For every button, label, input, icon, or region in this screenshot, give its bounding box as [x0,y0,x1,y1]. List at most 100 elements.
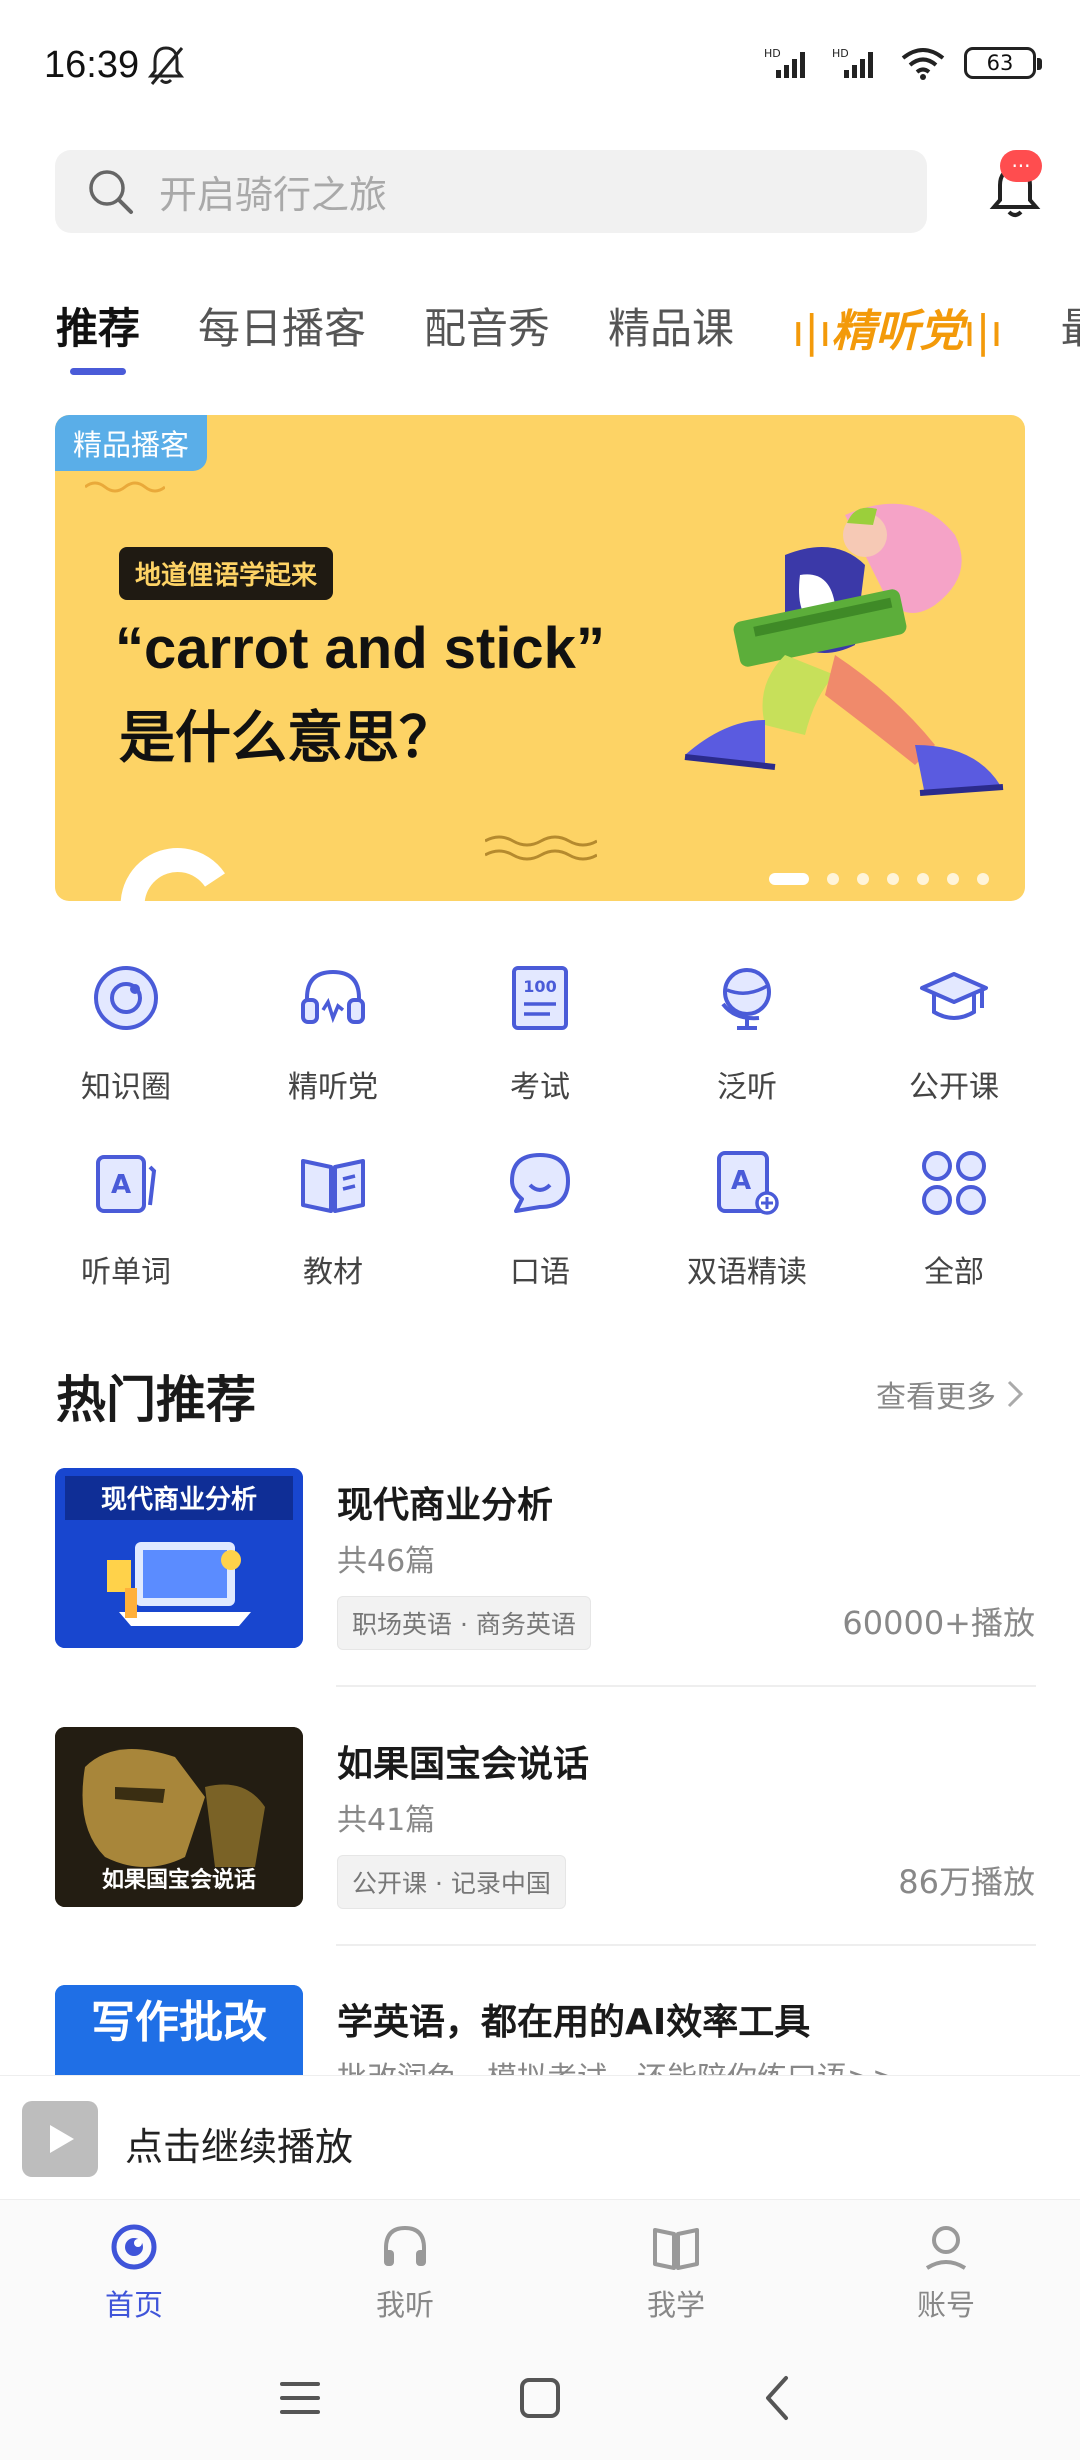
nav-label: 我听 [375,2288,434,2322]
running-character-illustration [684,503,1004,796]
shortcut-label: 口语 [510,1255,570,1290]
shortcut-bilingual-reading[interactable]: A 双语精读 [647,1145,847,1291]
search-input[interactable]: 开启骑行之旅 [55,150,927,233]
shortcut-label: 双语精读 [687,1255,807,1290]
tab-daily-podcast[interactable]: 每日播客 [198,295,366,375]
course-tags: 职场英语 · 商务英语 [337,1596,591,1650]
menu-icon[interactable] [270,2368,330,2428]
speech-bubble-icon [510,1153,570,1213]
course-title: 现代商业分析 [337,1485,554,1526]
nav-listen[interactable]: 我听 [305,2220,505,2324]
course-thumbnail: 如果国宝会说话 [55,1727,303,1907]
nav-label: 我学 [646,2288,705,2322]
course-title: 学英语，都在用的AI效率工具 [337,2002,811,2043]
shortcut-label: 全部 [924,1255,984,1290]
back-icon[interactable] [750,2368,810,2428]
chevron-right-icon [1007,1380,1024,1408]
promo-banner[interactable]: 精品播客 地道俚语学起来 “carrot and stick” 是什么意思？ [55,415,1025,901]
pagination-dot [977,873,989,885]
shortcut-open-course[interactable]: 公开课 [854,960,1054,1106]
shortcut-label: 知识圈 [81,1070,171,1105]
tab-more[interactable]: 最 [1061,295,1080,375]
thumbnail-caption: 如果国宝会说话 [102,1867,256,1893]
mini-player[interactable]: 点击继续播放 [0,2075,1080,2200]
shortcut-intensive-listening[interactable]: 精听党 [233,960,433,1106]
nav-label: 账号 [916,2288,975,2322]
tab-intensive-listening-label: 精听党 [831,306,964,357]
shortcut-extensive-listening[interactable]: 泛听 [647,960,847,1106]
player-prompt: 点击继续播放 [125,2125,354,2169]
headphones-icon [384,2225,426,2266]
course-description: 批改润色、模拟考试、还能陪你练口语>> [337,2053,897,2075]
pagination-dot [917,873,929,885]
writing-correction-cover: 写作批改 [55,1985,303,2075]
shortcut-label: 考试 [510,1070,570,1105]
list-item[interactable]: 写作批改 学英语，都在用的AI效率工具 批改润色、模拟考试、还能陪你练口语>> [55,1985,1035,2075]
shortcut-speaking[interactable]: 口语 [440,1145,640,1291]
category-tabs: 推荐 每日播客 配音秀 精品课 ı|ı精听党ı|ı 最 [56,295,1080,375]
business-analysis-cover: 现代商业分析 [55,1468,303,1648]
system-navigation-bar [0,2340,1080,2460]
banner-pagination [769,873,989,885]
pagination-dot [769,873,809,885]
course-thumbnail: 写作批改 [55,1985,303,2075]
nav-study[interactable]: 我学 [576,2220,776,2324]
tab-premium-course[interactable]: 精品课 [608,295,734,375]
wave-decoration-icon [85,481,165,493]
tab-intensive-listening[interactable]: ı|ı精听党ı|ı [792,295,1003,375]
bell-off-icon [147,46,185,85]
svg-text:HD: HD [832,47,849,60]
notification-badge: ··· [1000,150,1042,182]
wave-decoration-bottom-icon [485,835,597,861]
search-icon [89,169,133,214]
banner-title: “carrot and stick” [115,616,605,681]
search-placeholder: 开启骑行之旅 [159,173,388,217]
shortcut-label: 公开课 [909,1070,999,1105]
tab-recommend[interactable]: 推荐 [56,295,140,375]
tab-dubbing-show[interactable]: 配音秀 [424,295,550,375]
play-count: 86万播放 [898,1863,1035,1901]
pagination-dot [857,873,869,885]
thumbnail-caption: 现代商业分析 [101,1484,257,1515]
banner-tag: 精品播客 [55,415,208,471]
nav-home[interactable]: 首页 [34,2220,234,2324]
shortcut-knowledge-circle[interactable]: 知识圈 [26,960,226,1106]
nav-label: 首页 [104,2288,163,2322]
play-count: 60000+播放 [842,1604,1035,1642]
globe-icon [721,968,771,1030]
shortcut-exam[interactable]: 100 考试 [440,960,640,1106]
nav-account[interactable]: 账号 [846,2220,1046,2324]
thumbnail-caption: 写作批改 [91,1997,267,2048]
play-button[interactable] [22,2101,98,2177]
open-book-icon [653,2228,699,2270]
list-divider [336,1685,1036,1687]
svg-text:HD: HD [764,47,781,60]
national-treasure-cover: 如果国宝会说话 [55,1727,303,1907]
knowledge-circle-icon [94,966,158,1030]
list-item[interactable]: 现代商业分析 现代商业分析 共46篇 职场英语 · 商务英语 60000+播放 [55,1468,1035,1650]
battery-indicator: 63 [964,47,1042,79]
sound-bars-icon-right: ı|ı [963,306,1003,357]
home-square-icon[interactable] [510,2368,570,2428]
see-more-link[interactable]: 查看更多 [876,1372,1024,1416]
headset-icon [301,969,365,1024]
word-card-icon: A [96,1155,157,1213]
see-more-label: 查看更多 [876,1380,996,1415]
svg-text:A: A [731,1166,751,1196]
svg-text:A: A [111,1170,131,1200]
pagination-dot [947,873,959,885]
user-icon [925,2226,967,2270]
book-icon [301,1159,365,1213]
graduation-cap-icon [920,972,988,1020]
shortcut-listen-words[interactable]: A 听单词 [26,1145,226,1291]
status-bar: 16:39 HD HD 63 [0,0,1080,135]
shortcut-label: 教材 [303,1255,363,1290]
shortcut-all[interactable]: 全部 [854,1145,1054,1291]
svg-text:100: 100 [523,977,556,996]
signal-icon: HD [764,47,805,78]
list-item[interactable]: 如果国宝会说话 如果国宝会说话 共41篇 公开课 · 记录中国 86万播放 [55,1727,1035,1909]
wifi-icon [901,48,945,80]
course-count: 共41篇 [337,1803,436,1838]
shortcut-textbook[interactable]: 教材 [233,1145,433,1291]
pagination-dot [887,873,899,885]
